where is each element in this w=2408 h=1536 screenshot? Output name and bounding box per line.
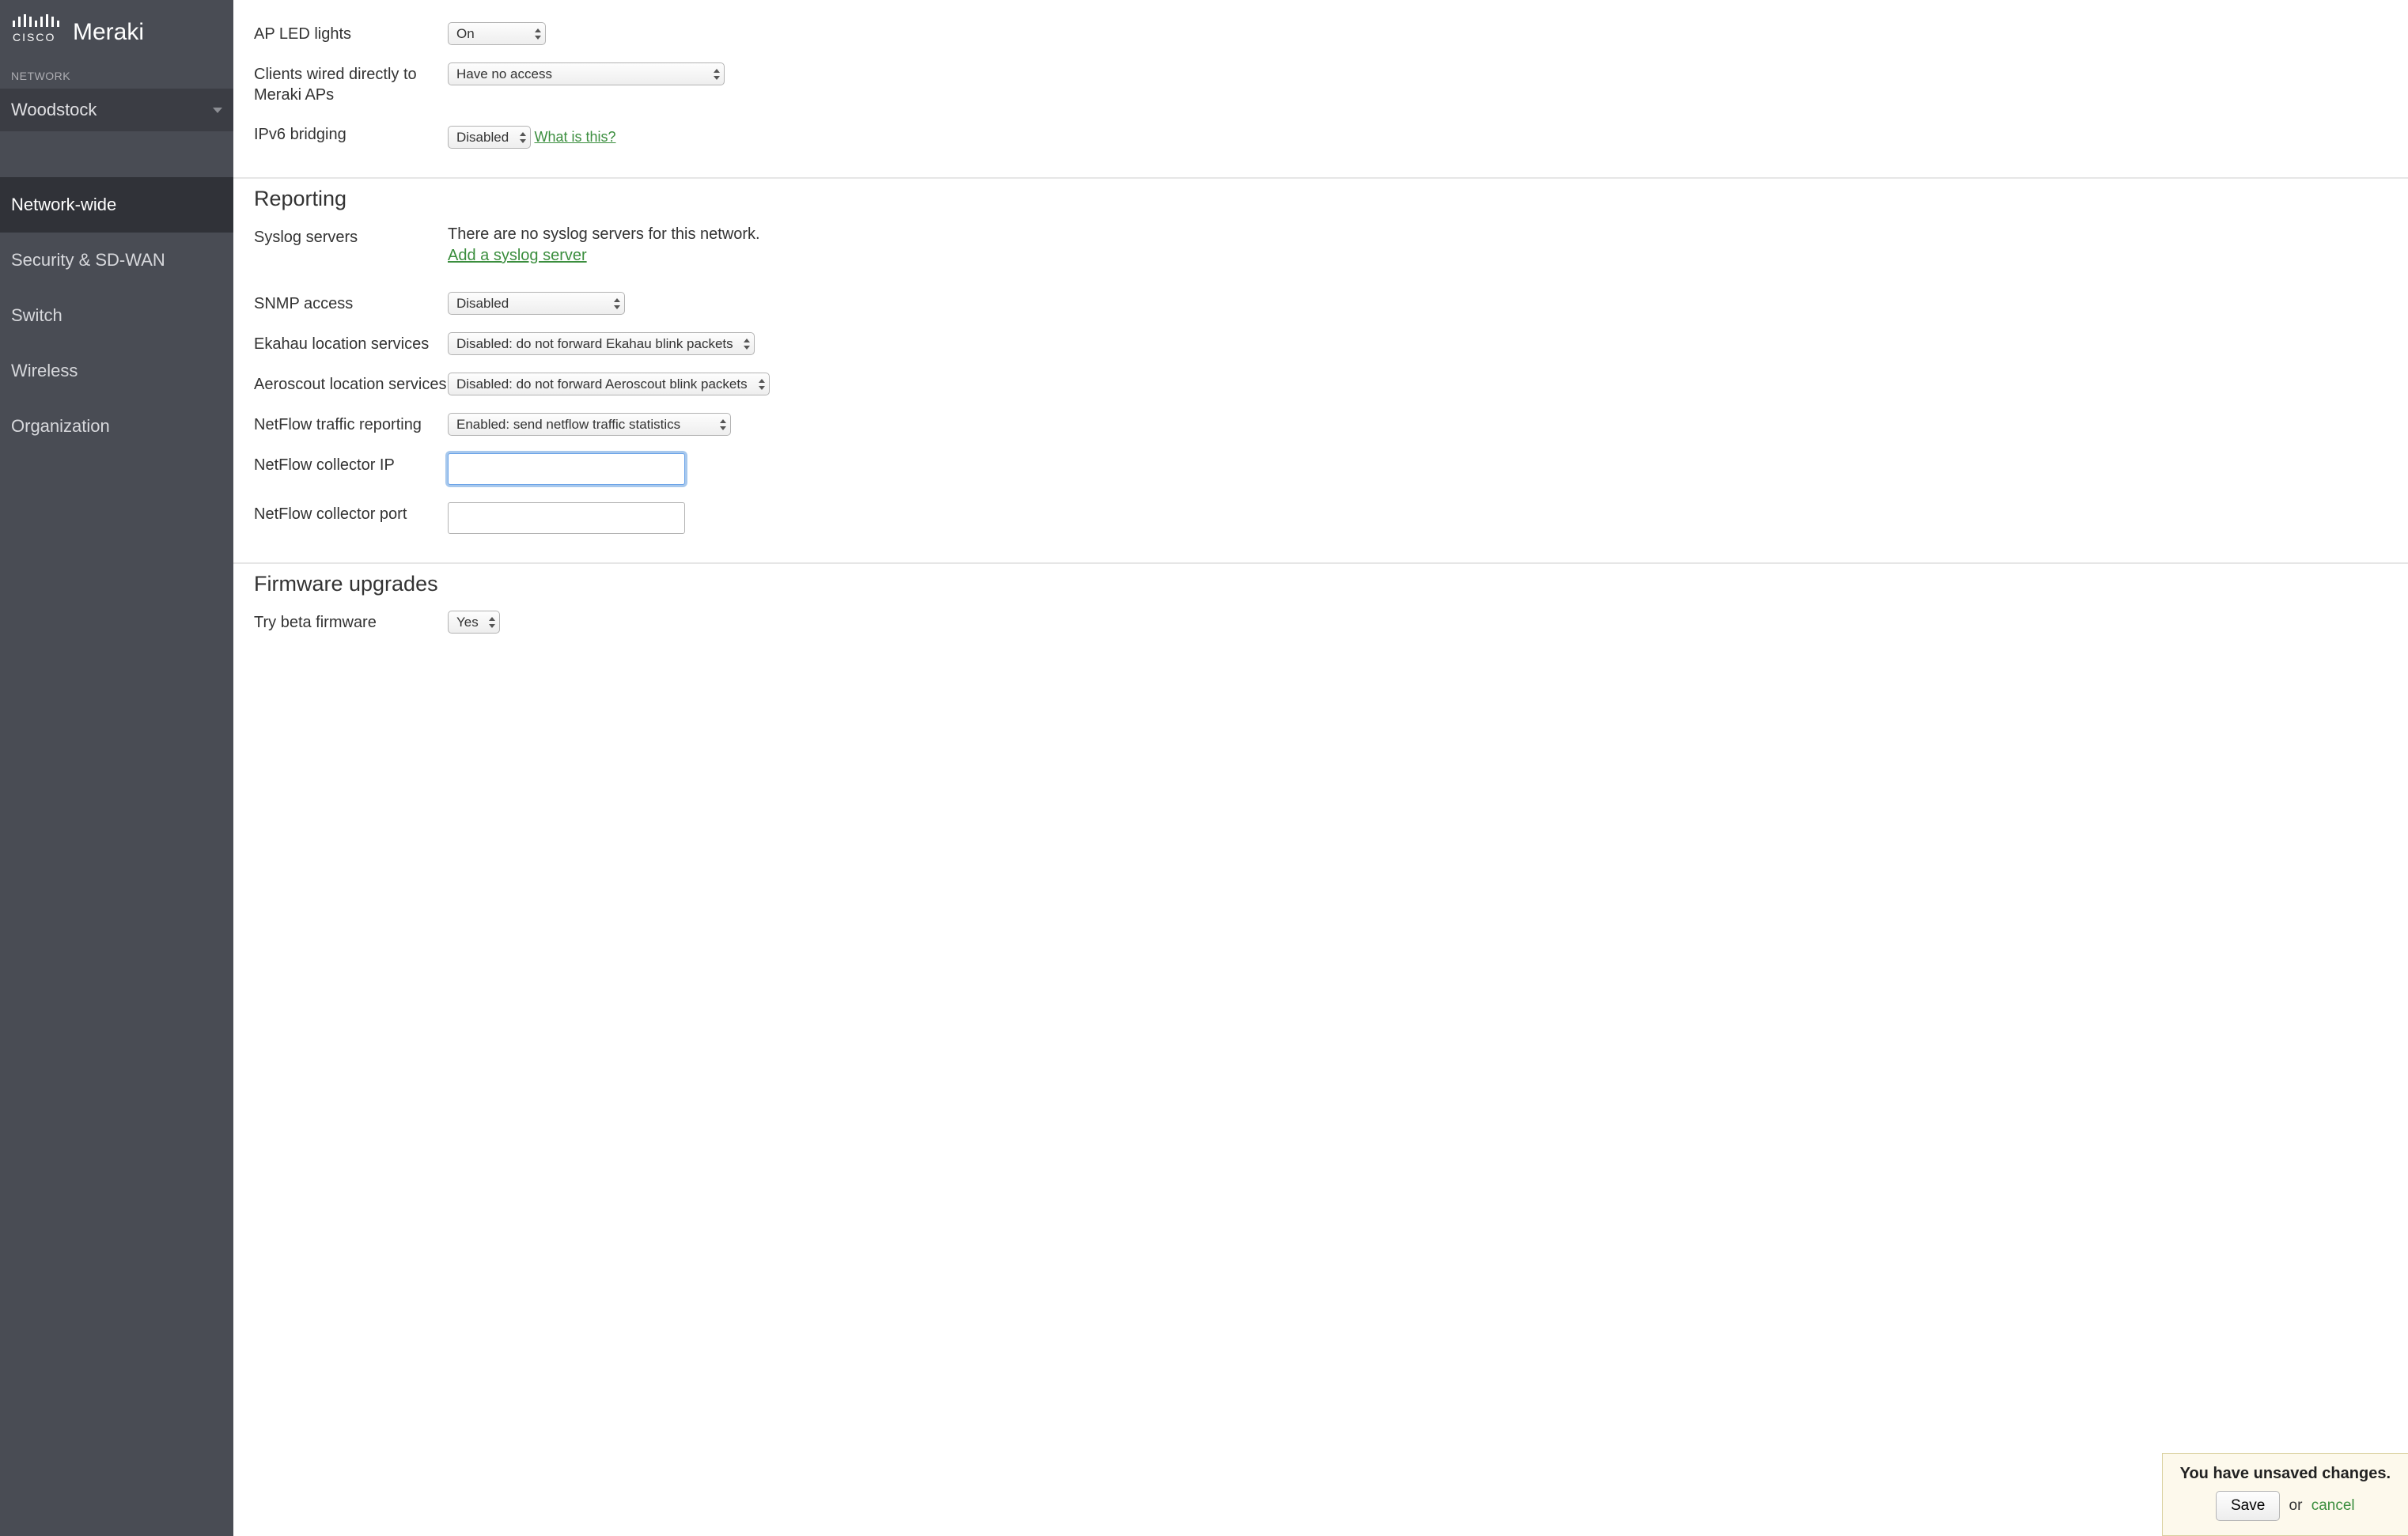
clients-wired-select[interactable]: Have no access: [448, 62, 725, 85]
chevron-down-icon: [213, 108, 222, 113]
main: AP LED lights On Clients wired directly …: [233, 0, 2408, 1536]
reporting-section: Reporting Syslog servers There are no sy…: [233, 179, 2408, 564]
beta-firmware-select[interactable]: Yes: [448, 611, 500, 634]
or-text: or: [2289, 1497, 2303, 1514]
brand-logo: CISCO Meraki: [0, 0, 233, 70]
syslog-label: Syslog servers: [254, 225, 448, 248]
what-is-this-link[interactable]: What is this?: [534, 129, 615, 145]
cancel-link[interactable]: cancel: [2311, 1497, 2355, 1514]
nav-item-wireless[interactable]: Wireless: [0, 343, 233, 399]
sidebar: CISCO Meraki NETWORK Woodstock Network-w…: [0, 0, 233, 1536]
add-syslog-link[interactable]: Add a syslog server: [448, 247, 587, 264]
nav: Network-wide Security & SD-WAN Switch Wi…: [0, 177, 233, 454]
netflow-ip-input[interactable]: [448, 453, 685, 485]
firmware-section: Firmware upgrades Try beta firmware Yes: [233, 564, 2408, 675]
nav-item-switch[interactable]: Switch: [0, 288, 233, 343]
aeroscout-select[interactable]: Disabled: do not forward Aeroscout blink…: [448, 373, 770, 395]
snmp-label: SNMP access: [254, 292, 448, 314]
beta-firmware-label: Try beta firmware: [254, 611, 448, 633]
clients-wired-label: Clients wired directly to Meraki APs: [254, 62, 448, 105]
ipv6-label: IPv6 bridging: [254, 123, 448, 145]
netflow-port-label: NetFlow collector port: [254, 502, 448, 524]
nav-item-network-wide[interactable]: Network-wide: [0, 177, 233, 233]
netflow-reporting-select[interactable]: Enabled: send netflow traffic statistics: [448, 413, 731, 436]
top-section: AP LED lights On Clients wired directly …: [233, 14, 2408, 179]
unsaved-changes-bar: You have unsaved changes. Save or cancel: [2162, 1453, 2408, 1536]
unsaved-title: You have unsaved changes.: [2180, 1465, 2391, 1483]
product-text: Meraki: [73, 19, 144, 45]
network-name: Woodstock: [11, 100, 97, 120]
firmware-heading: Firmware upgrades: [254, 572, 2387, 596]
ekahau-select[interactable]: Disabled: do not forward Ekahau blink pa…: [448, 332, 755, 355]
network-selector[interactable]: Woodstock: [0, 89, 233, 131]
network-label: NETWORK: [0, 70, 233, 89]
aeroscout-label: Aeroscout location services: [254, 373, 448, 395]
netflow-reporting-label: NetFlow traffic reporting: [254, 413, 448, 435]
ekahau-label: Ekahau location services: [254, 332, 448, 354]
snmp-select[interactable]: Disabled: [448, 292, 625, 315]
save-button[interactable]: Save: [2216, 1491, 2280, 1521]
nav-item-security-sdwan[interactable]: Security & SD-WAN: [0, 233, 233, 288]
reporting-heading: Reporting: [254, 187, 2387, 211]
netflow-port-input[interactable]: [448, 502, 685, 534]
nav-item-organization[interactable]: Organization: [0, 399, 233, 454]
ap-led-label: AP LED lights: [254, 22, 448, 44]
ipv6-select[interactable]: Disabled: [448, 126, 531, 149]
netflow-ip-label: NetFlow collector IP: [254, 453, 448, 475]
ap-led-select[interactable]: On: [448, 22, 546, 45]
vendor-text: CISCO: [13, 31, 55, 44]
syslog-message: There are no syslog servers for this net…: [448, 225, 2387, 244]
